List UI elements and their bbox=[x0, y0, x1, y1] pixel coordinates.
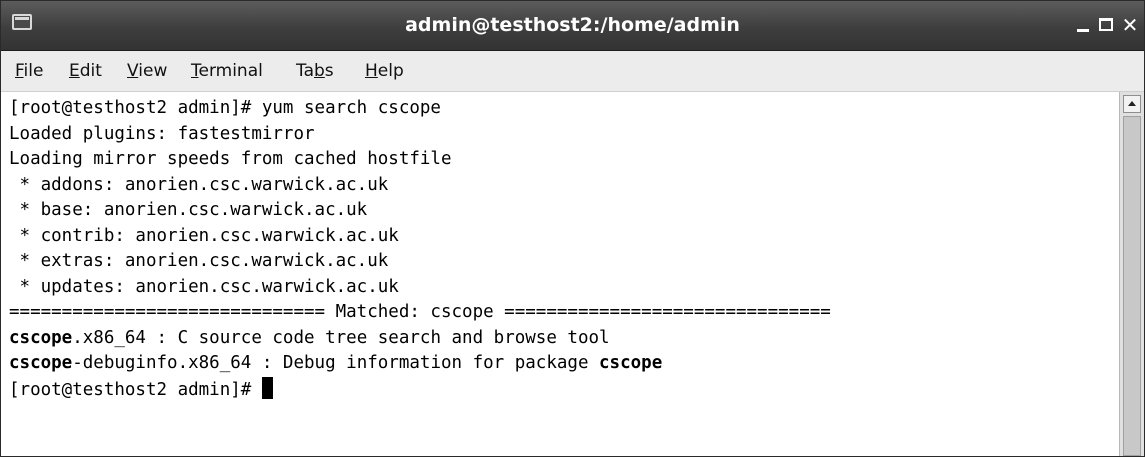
terminal-text: .x86_64 : C source code tree search and … bbox=[72, 327, 610, 348]
window-title: admin@testhost2:/home/admin bbox=[405, 14, 740, 36]
terminal-line: cscope-debuginfo.x86_64 : Debug informat… bbox=[9, 351, 831, 377]
terminal-output[interactable]: [root@testhost2 admin]# yum search cscop… bbox=[1, 92, 1119, 456]
terminal-line: Loaded plugins: fastestmirror bbox=[9, 122, 831, 148]
menu-terminal[interactable]: Terminal bbox=[191, 51, 263, 91]
menu-view[interactable]: View bbox=[127, 51, 167, 91]
minimize-button[interactable] bbox=[1071, 13, 1095, 37]
terminal-lines: [root@testhost2 admin]# yum search cscop… bbox=[9, 96, 831, 402]
terminal-line: [root@testhost2 admin]# bbox=[9, 376, 831, 403]
terminal-text: * base: anorien.csc.warwick.ac.uk bbox=[9, 200, 368, 220]
terminal-line: * extras: anorien.csc.warwick.ac.uk bbox=[9, 249, 831, 275]
menu-edit[interactable]: Edit bbox=[69, 51, 102, 91]
terminal-text: * addons: anorien.csc.warwick.ac.uk bbox=[9, 174, 389, 195]
highlighted-text: cscope bbox=[599, 353, 663, 373]
scroll-thumb[interactable] bbox=[1123, 116, 1141, 456]
highlighted-text: cscope bbox=[9, 353, 73, 373]
terminal-line: Loading mirror speeds from cached hostfi… bbox=[9, 147, 831, 173]
terminal-text: * updates: anorien.csc.warwick.ac.uk bbox=[9, 276, 399, 297]
terminal-window: admin@testhost2:/home/admin ✕ File Edit … bbox=[0, 0, 1145, 457]
terminal-text: Loading mirror speeds from cached hostfi… bbox=[9, 149, 452, 169]
close-icon: ✕ bbox=[1121, 13, 1139, 37]
terminal-line: * updates: anorien.csc.warwick.ac.uk bbox=[9, 275, 831, 301]
terminal-line: cscope.x86_64 : C source code tree searc… bbox=[9, 326, 831, 352]
terminal-line: * contrib: anorien.csc.warwick.ac.uk bbox=[9, 224, 831, 250]
terminal-text: [root@testhost2 admin]# bbox=[9, 379, 262, 400]
menu-bar: File Edit View Terminal Tabs Help bbox=[1, 51, 1144, 92]
terminal-text: ============================== Matched: … bbox=[9, 302, 831, 322]
terminal-text: Loaded plugins: fastestmirror bbox=[9, 123, 315, 144]
scroll-up-arrow-icon[interactable] bbox=[1123, 95, 1141, 113]
menu-help[interactable]: Help bbox=[365, 51, 404, 91]
terminal-line: [root@testhost2 admin]# yum search cscop… bbox=[9, 96, 831, 122]
maximize-button[interactable] bbox=[1094, 13, 1118, 37]
terminal-line: * addons: anorien.csc.warwick.ac.uk bbox=[9, 173, 831, 199]
maximize-icon bbox=[1099, 18, 1113, 31]
title-bar[interactable]: admin@testhost2:/home/admin ✕ bbox=[1, 1, 1144, 51]
terminal-text: * contrib: anorien.csc.warwick.ac.uk bbox=[9, 225, 399, 246]
terminal-text: [root@testhost2 admin]# yum search cscop… bbox=[9, 98, 441, 118]
menu-file[interactable]: File bbox=[15, 51, 43, 91]
terminal-line: ============================== Matched: … bbox=[9, 300, 831, 326]
vertical-scrollbar[interactable] bbox=[1119, 92, 1144, 456]
highlighted-text: cscope bbox=[9, 327, 73, 348]
text-cursor bbox=[261, 376, 273, 399]
terminal-text: -debuginfo.x86_64 : Debug information fo… bbox=[72, 353, 600, 373]
close-button[interactable]: ✕ bbox=[1118, 13, 1142, 37]
menu-tabs[interactable]: Tabs bbox=[296, 51, 334, 91]
minimize-icon bbox=[1077, 29, 1089, 32]
terminal-line: * base: anorien.csc.warwick.ac.uk bbox=[9, 198, 831, 224]
terminal-text: * extras: anorien.csc.warwick.ac.uk bbox=[9, 251, 389, 271]
